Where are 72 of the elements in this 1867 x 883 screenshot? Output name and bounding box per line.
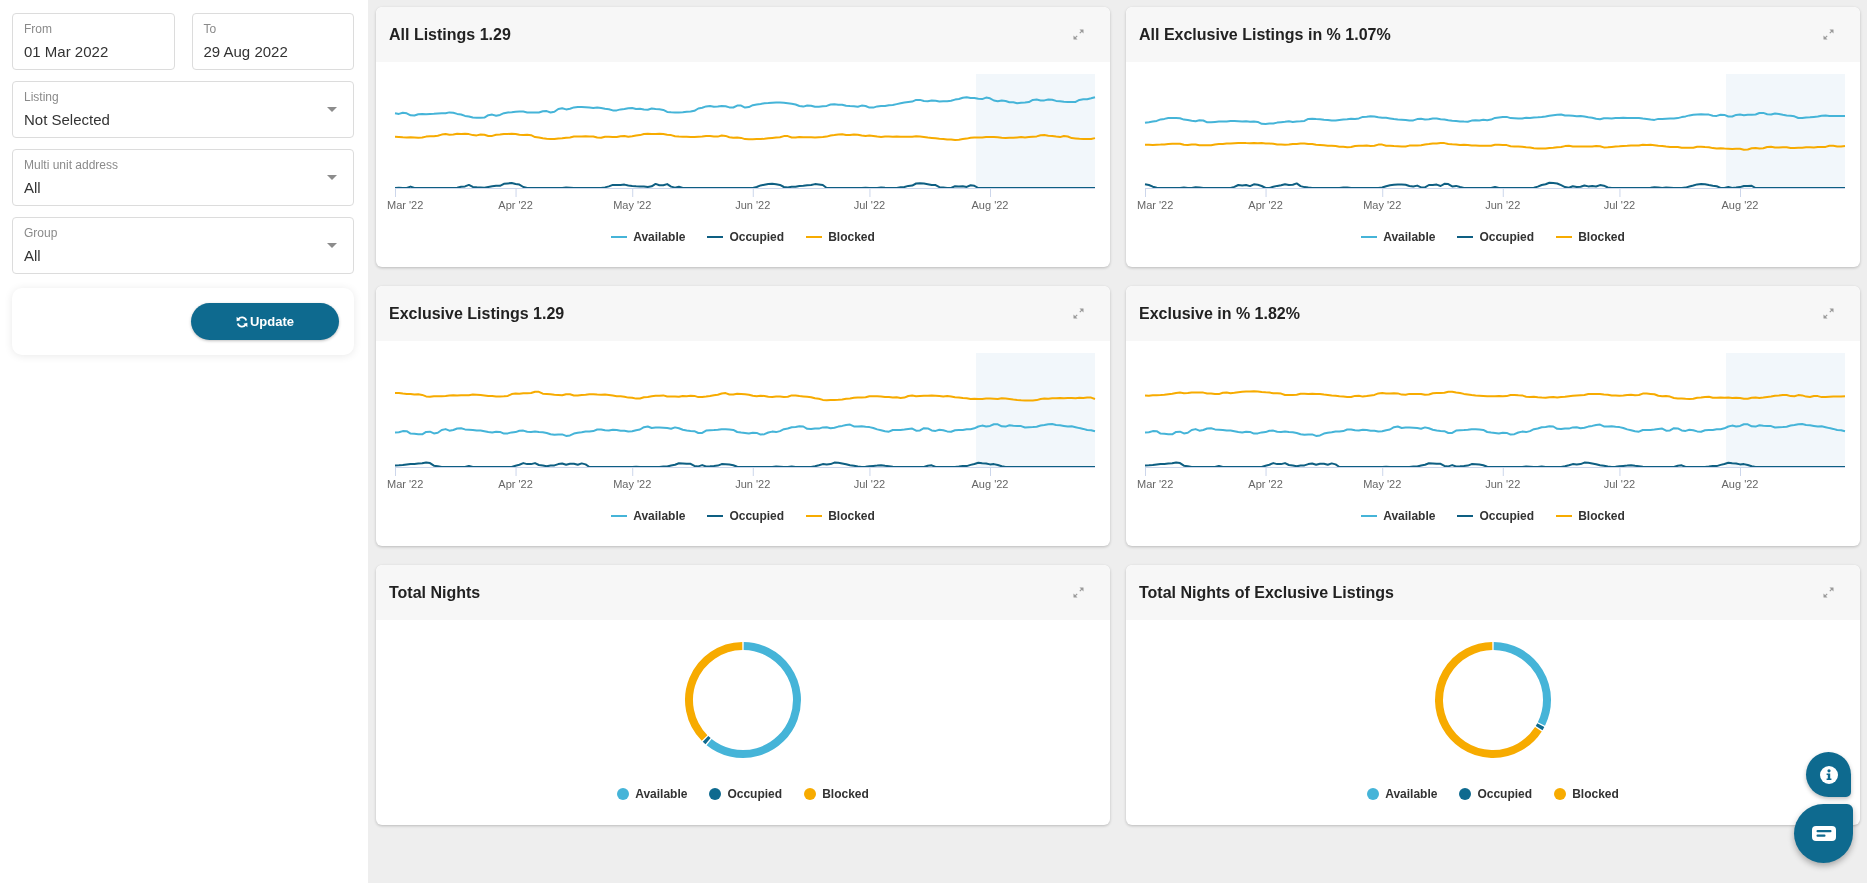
update-button[interactable]: Update xyxy=(191,303,339,340)
field-label: Multi unit address xyxy=(24,158,119,172)
axis-label: Aug '22 xyxy=(971,199,1009,211)
axis-label: Aug '22 xyxy=(1721,478,1759,490)
axis-label: Aug '22 xyxy=(1721,199,1759,211)
expand-icon[interactable] xyxy=(1823,308,1834,319)
field-label: Listing xyxy=(24,90,59,104)
info-icon xyxy=(1819,765,1838,784)
card-title: Total Nights xyxy=(389,583,481,602)
field-label: From xyxy=(24,22,52,36)
axis-label: May '22 xyxy=(613,199,652,211)
select-field[interactable]: Group All xyxy=(12,217,354,274)
legend-label[interactable]: Available xyxy=(633,229,686,245)
legend-label[interactable]: Occupied xyxy=(1479,229,1535,245)
card-title: Total Nights of Exclusive Listings xyxy=(1139,583,1394,602)
legend-label[interactable]: Available xyxy=(1385,786,1438,802)
axis-label: Jul '22 xyxy=(1603,478,1636,490)
axis-label: Apr '22 xyxy=(1248,199,1283,211)
chat-button[interactable] xyxy=(1794,804,1853,863)
dropdown-caret-icon xyxy=(327,107,337,112)
legend-label[interactable]: Occupied xyxy=(1479,508,1535,524)
axis-label: Jul '22 xyxy=(853,199,886,211)
axis-label: Apr '22 xyxy=(498,478,533,490)
dropdown-caret-icon xyxy=(327,175,337,180)
axis-label: Aug '22 xyxy=(971,478,1009,490)
date-field[interactable]: From 01 Mar 2022 xyxy=(12,13,175,70)
axis-label: Mar '22 xyxy=(1137,199,1174,211)
axis-label: Mar '22 xyxy=(387,199,424,211)
field-label: Group xyxy=(24,226,58,240)
axis-label: Mar '22 xyxy=(1137,478,1174,490)
axis-label: May '22 xyxy=(1363,478,1402,490)
chat-icon xyxy=(1811,826,1836,841)
axis-label: Jun '22 xyxy=(1485,199,1521,211)
expand-icon[interactable] xyxy=(1073,587,1084,598)
expand-icon[interactable] xyxy=(1823,29,1834,40)
axis-label: May '22 xyxy=(613,478,652,490)
legend-label[interactable]: Available xyxy=(635,786,688,802)
axis-label: May '22 xyxy=(1363,199,1402,211)
axis-label: Mar '22 xyxy=(387,478,424,490)
legend-label[interactable]: Blocked xyxy=(1578,508,1625,524)
field-label: To xyxy=(203,22,217,36)
legend-label[interactable]: Occupied xyxy=(729,508,785,524)
select-field[interactable]: Multi unit address All xyxy=(12,149,354,206)
select-field[interactable]: Listing Not Selected xyxy=(12,81,354,138)
legend-label[interactable]: Available xyxy=(633,508,686,524)
legend-label[interactable]: Blocked xyxy=(1578,229,1625,245)
expand-icon[interactable] xyxy=(1823,587,1834,598)
card-title: Exclusive in % 1.82% xyxy=(1139,304,1300,323)
date-field[interactable]: To 29 Aug 2022 xyxy=(191,13,354,70)
expand-icon[interactable] xyxy=(1073,29,1084,40)
card-title: All Listings 1.29 xyxy=(389,25,511,44)
axis-label: Jun '22 xyxy=(1485,478,1521,490)
legend-label[interactable]: Blocked xyxy=(822,786,869,802)
legend-label[interactable]: Blocked xyxy=(828,508,875,524)
axis-label: Jun '22 xyxy=(735,199,771,211)
card-title: Exclusive Listings 1.29 xyxy=(389,304,565,323)
axis-label: Apr '22 xyxy=(1248,478,1283,490)
legend-label[interactable]: Blocked xyxy=(828,229,875,245)
legend-label[interactable]: Blocked xyxy=(1572,786,1619,802)
legend-label[interactable]: Available xyxy=(1383,508,1436,524)
legend-label[interactable]: Occupied xyxy=(727,786,783,802)
refresh-icon xyxy=(235,315,248,328)
axis-label: Jul '22 xyxy=(853,478,886,490)
legend-label[interactable]: Occupied xyxy=(729,229,785,245)
axis-label: Jun '22 xyxy=(735,478,771,490)
legend-label[interactable]: Available xyxy=(1383,229,1436,245)
axis-label: Apr '22 xyxy=(498,199,533,211)
legend-label[interactable]: Occupied xyxy=(1477,786,1533,802)
axis-label: Jul '22 xyxy=(1603,199,1636,211)
expand-icon[interactable] xyxy=(1073,308,1084,319)
dropdown-caret-icon xyxy=(327,243,337,248)
card-title: All Exclusive Listings in % 1.07% xyxy=(1139,25,1391,44)
